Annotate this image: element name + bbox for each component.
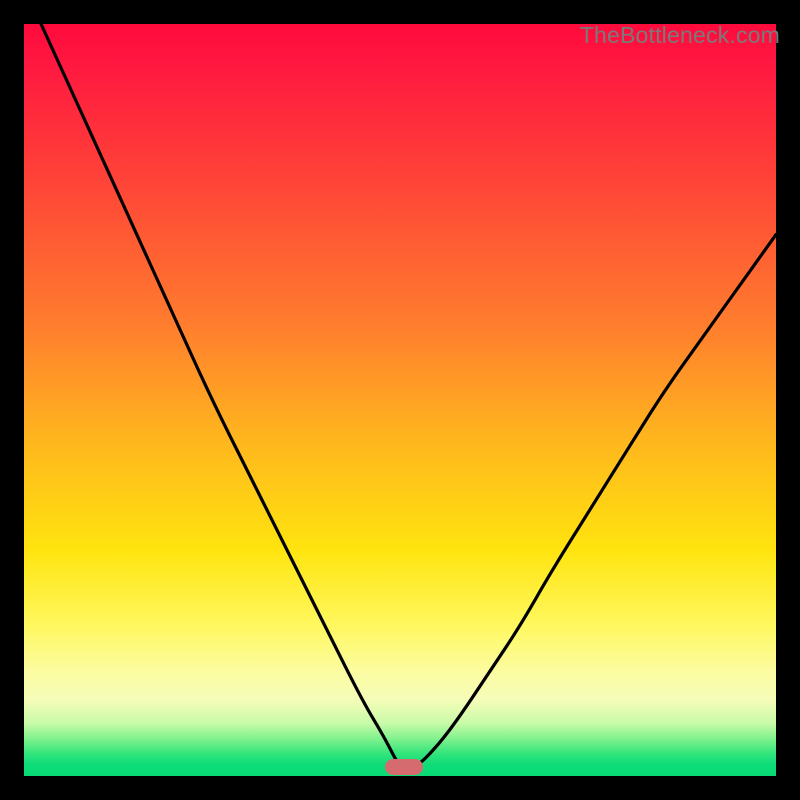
min-marker (385, 759, 423, 775)
watermark-text: TheBottleneck.com (580, 22, 780, 49)
plot-area (24, 24, 776, 776)
chart-frame: TheBottleneck.com (0, 0, 800, 800)
bottleneck-curve (24, 24, 776, 776)
